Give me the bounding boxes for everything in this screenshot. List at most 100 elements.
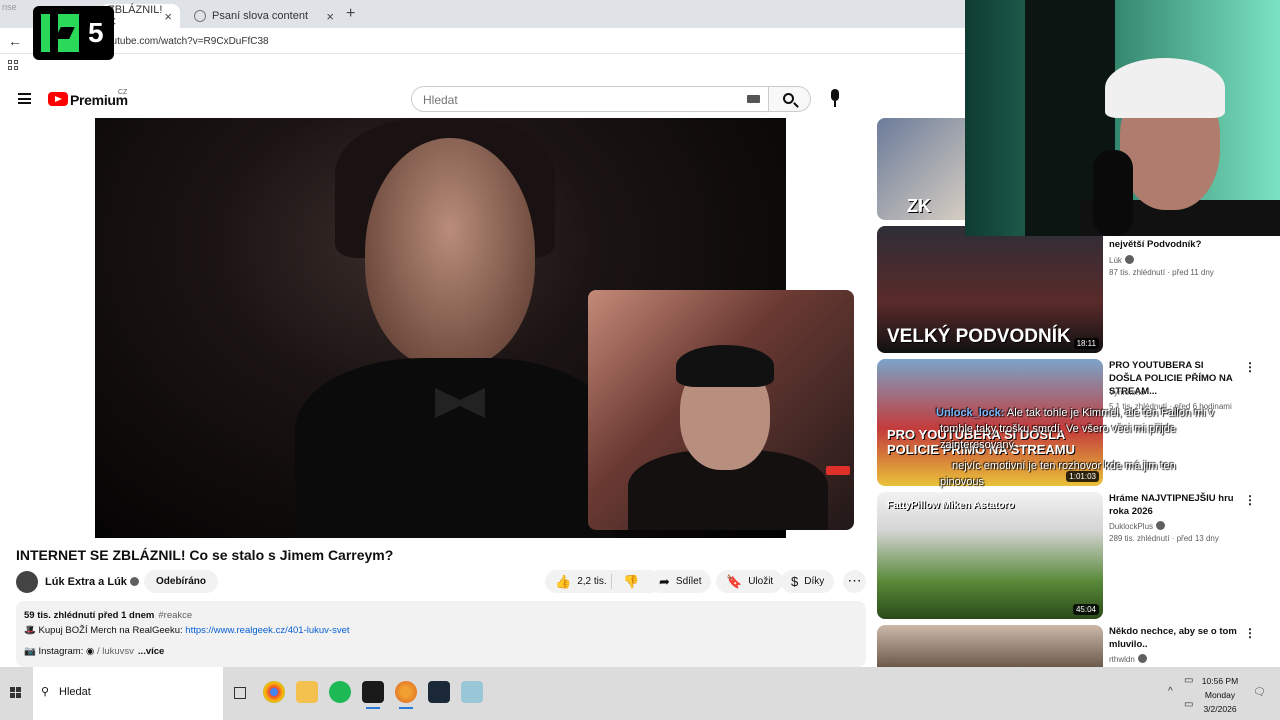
thanks-button[interactable]: $ Díky	[781, 570, 835, 593]
close-tab-icon[interactable]: ×	[164, 9, 172, 24]
clock-time: 10:56 PM	[1201, 676, 1239, 686]
instagram-icon: ◉	[86, 646, 95, 657]
subscribe-button[interactable]: Odebíráno	[144, 570, 219, 593]
instagram-label: Instagram:	[38, 646, 84, 657]
rec-thumbnail[interactable]: FattyPillow Miken Astatoro 45:04	[877, 492, 1103, 619]
taskbar-clock[interactable]: 10:56 PM Monday 3/2/2026	[1196, 674, 1244, 716]
close-tab-icon[interactable]: ×	[326, 9, 334, 24]
chat-line: zainteresovaný	[940, 439, 1014, 451]
chrome-icon[interactable]	[263, 681, 285, 703]
channel-name[interactable]: Lúk Extra a Lúk	[45, 576, 139, 588]
chat-username: Unlock_lock:	[936, 407, 1005, 419]
rec-title[interactable]: největší Podvodník?	[1109, 238, 1239, 251]
menu-icon[interactable]	[18, 93, 31, 104]
bookmark-icon: 🔖	[726, 573, 743, 589]
back-arrow-icon[interactable]: ←	[8, 33, 22, 49]
rec-meta: 289 tis. zhlédnutí · před 13 dny	[1109, 534, 1219, 543]
rec-thumb-text: VELKÝ PODVODNÍK	[887, 326, 1071, 347]
verified-icon	[129, 577, 139, 586]
description-box[interactable]: 59 tis. zhlédnutí před 1 dnem #reakce 🎩 K…	[16, 601, 866, 667]
file-explorer-icon[interactable]	[296, 681, 318, 703]
duration-badge: 18:11	[1073, 338, 1099, 349]
url-field[interactable]: outube.com/watch?v=R9CxDuFfC38	[106, 36, 269, 47]
rec-thumb-text: ZK	[907, 196, 931, 216]
divider	[611, 574, 612, 589]
rec-channel-name[interactable]: DuklockPlus	[1109, 522, 1153, 531]
instagram-handle[interactable]: / lukuvsv	[97, 646, 134, 657]
youtube-logo-icon[interactable]	[48, 92, 68, 106]
verified-icon	[1156, 521, 1166, 530]
rec-thumbnail[interactable]	[877, 625, 1103, 667]
channel-name-text[interactable]: Lúk Extra a Lúk	[45, 576, 127, 588]
tray-chevron-icon[interactable]: ^	[1168, 686, 1173, 697]
rec-thumb-text: FattyPillow Miken Astatoro	[887, 500, 1015, 511]
network-icon[interactable]: ▭	[1184, 699, 1193, 710]
rec-thumbnail[interactable]: VELKÝ PODVODNÍK 18:11	[877, 226, 1103, 353]
verified-icon	[1124, 255, 1134, 264]
streamer-webcam	[965, 0, 1280, 236]
thumbs-down-icon[interactable]: 👎	[623, 574, 639, 590]
rec-title[interactable]: Někdo nechce, aby se o tom mluvilo..	[1109, 625, 1239, 651]
save-button[interactable]: 🔖 Uložit	[716, 570, 784, 593]
merch-link[interactable]: https://www.realgeek.cz/401-lukuv-svet	[185, 625, 349, 636]
kebab-menu-icon[interactable]: ⋮	[1244, 360, 1256, 374]
dollar-heart-icon: $	[791, 574, 799, 589]
chat-line: nejvíc emotivní je ten rozhovor kde má j…	[952, 460, 1176, 472]
chat-line: pinovous	[940, 476, 985, 488]
reactor-webcam-overlay	[588, 290, 854, 530]
duration-badge: 45:04	[1072, 604, 1099, 615]
taskbar-search-input[interactable]	[59, 686, 209, 698]
cam-person-cap	[1105, 58, 1225, 118]
spotify-icon[interactable]	[329, 681, 351, 703]
share-button[interactable]: ➦ Sdílet	[649, 570, 712, 593]
rec-channel-name[interactable]: rthwldn	[1109, 655, 1135, 664]
rec-channel[interactable]: rthwldn	[1109, 654, 1147, 664]
apps-grid-icon[interactable]	[8, 60, 20, 72]
chrome-alt-icon[interactable]	[395, 681, 417, 709]
hashtag-link[interactable]: #reakce	[158, 610, 192, 621]
show-more-link[interactable]: ...více	[138, 646, 164, 657]
search-button[interactable]	[769, 86, 811, 112]
task-view-icon[interactable]	[234, 687, 246, 699]
search-input[interactable]	[423, 93, 723, 107]
rec-title[interactable]: Hráme NAJVTIPNEJŠIU hru roka 2026	[1109, 492, 1239, 518]
app-icon[interactable]	[362, 681, 384, 709]
hat-icon: 🎩	[24, 625, 36, 636]
share-icon: ➦	[659, 573, 670, 589]
tab-psani[interactable]: Psaní slova content ×	[186, 4, 342, 28]
taskbar-search: ⚲	[33, 667, 223, 720]
k-logo-mark	[41, 14, 79, 52]
keyboard-icon[interactable]	[747, 95, 760, 103]
thanks-label: Díky	[804, 576, 825, 587]
k5-logo: 5	[33, 6, 114, 60]
video-person-suit	[295, 358, 615, 538]
notifications-icon[interactable]: 🗨	[1253, 687, 1266, 698]
rec-meta: 87 tis. zhlédnutí · před 11 dny	[1109, 268, 1214, 277]
duration-badge: 1:01:03	[1066, 471, 1099, 482]
kebab-menu-icon[interactable]: ⋮	[1244, 626, 1256, 640]
video-title: INTERNET SE ZBLÁZNIL! Co se stalo s Jime…	[16, 547, 394, 563]
steam-icon[interactable]	[428, 681, 450, 703]
rec-channel-name[interactable]: Lúk	[1109, 256, 1122, 265]
view-stats: 59 tis. zhlédnutí před 1 dnem	[24, 610, 155, 621]
channel-avatar[interactable]	[16, 571, 38, 593]
like-count[interactable]: 2,2 tis.	[577, 576, 606, 587]
rec-channel[interactable]: DuklockPlus	[1109, 521, 1166, 531]
thumbs-up-icon[interactable]: 👍	[555, 574, 571, 590]
globe-icon	[194, 10, 206, 22]
like-dislike-group: 👍 2,2 tis. 👎	[545, 570, 662, 593]
video-player[interactable]	[16, 118, 866, 538]
rec-channel[interactable]: Vymeteno	[1109, 388, 1145, 397]
notepad-icon[interactable]	[461, 681, 483, 703]
windows-taskbar: ⚲ ^ ▭ ▭ 10:56 PM Monday 3/2/2026 🗨	[0, 667, 1280, 720]
youtube-header: Premium CZ	[0, 80, 965, 118]
microphone-icon[interactable]	[822, 86, 848, 112]
new-tab-icon[interactable]: +	[346, 5, 355, 23]
more-actions-icon[interactable]: ⋯	[843, 570, 866, 593]
battery-icon[interactable]: ▭	[1184, 675, 1193, 686]
chat-text: Ale tak tohle je Kimmel, ale ten Fallon …	[1006, 407, 1215, 419]
camera-icon: 📷	[24, 646, 36, 657]
kebab-menu-icon[interactable]: ⋮	[1244, 493, 1256, 507]
windows-start-icon[interactable]	[10, 687, 22, 699]
rec-channel[interactable]: Lúk	[1109, 255, 1134, 265]
